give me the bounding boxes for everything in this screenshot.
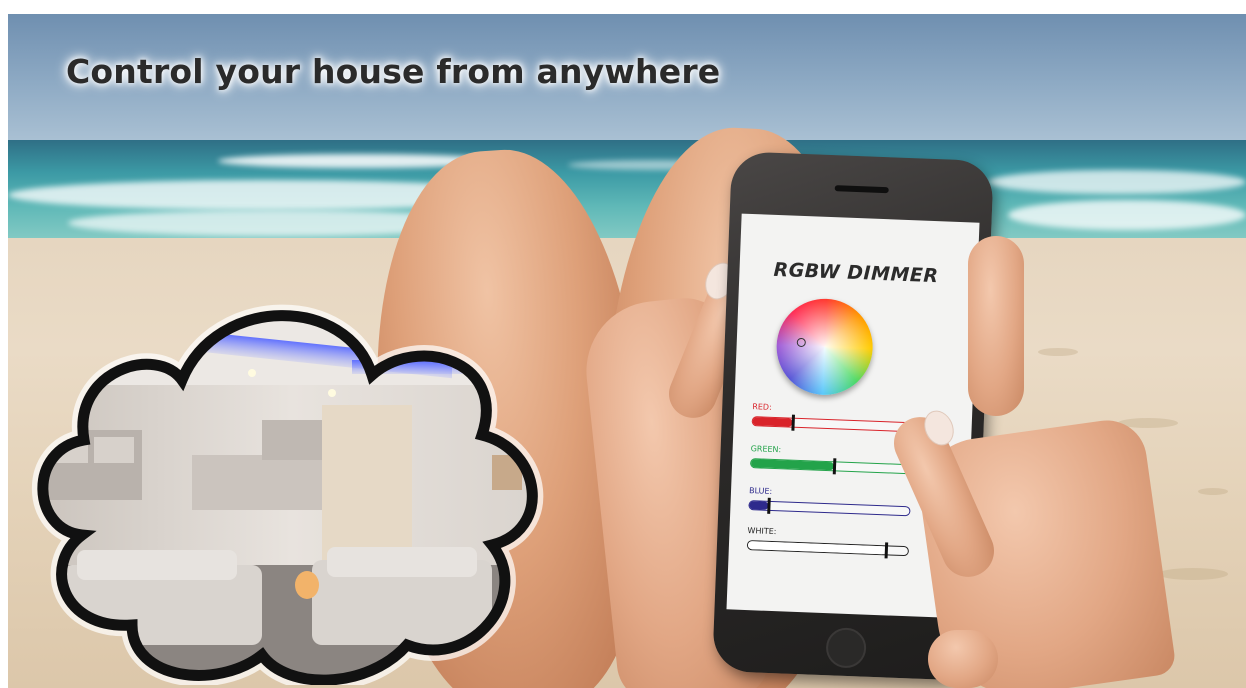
green-slider-fill (750, 459, 835, 471)
white-slider-fill (747, 541, 886, 555)
sea (8, 140, 1246, 250)
home-button[interactable] (825, 627, 867, 669)
white-slider[interactable] (746, 540, 910, 559)
red-slider-fill (752, 417, 793, 427)
beach-scene: Control your house from anywhere RGBW DI… (0, 0, 1246, 688)
red-slider[interactable] (751, 414, 914, 433)
green-slider[interactable] (749, 458, 913, 475)
phone-speaker (834, 185, 889, 194)
right-thumb (928, 630, 998, 688)
left-fingers (968, 236, 1024, 416)
blue-slider-label: BLUE: (748, 486, 773, 496)
green-slider-thumb[interactable] (832, 458, 837, 475)
white-slider-label: WHITE: (747, 526, 777, 537)
blue-slider-thumb[interactable] (767, 497, 771, 514)
blue-slider-fill (749, 501, 769, 510)
color-wheel[interactable] (774, 297, 875, 397)
room-cloud-image (31, 304, 544, 685)
color-wheel-pointer[interactable] (796, 337, 806, 348)
green-slider-label: GREEN: (750, 444, 782, 455)
dimmer-title: RGBW DIMMER (773, 258, 939, 288)
red-slider-label: RED: (752, 402, 772, 412)
headline: Control your house from anywhere (66, 52, 721, 91)
red-slider-thumb[interactable] (791, 414, 796, 431)
white-slider-thumb[interactable] (884, 542, 888, 559)
blue-slider[interactable] (748, 497, 911, 517)
